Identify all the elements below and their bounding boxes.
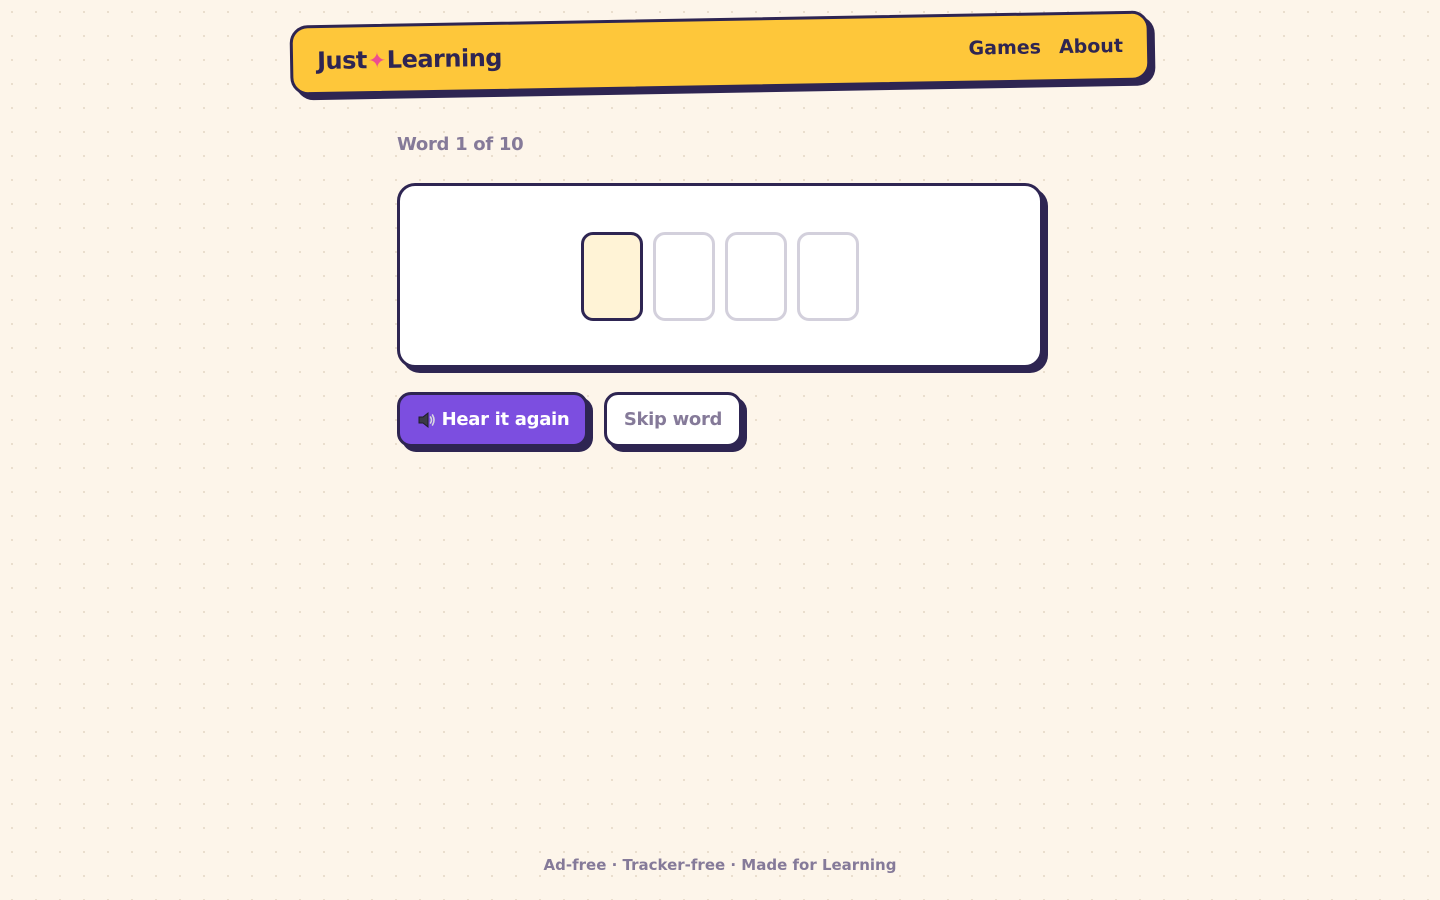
logo-text-just: Just <box>316 46 368 76</box>
sparkle-icon: ✦ <box>367 48 387 75</box>
speaker-icon <box>416 409 438 431</box>
letter-slots <box>581 232 859 321</box>
letter-slot-2[interactable] <box>653 232 715 321</box>
nav-link-games[interactable]: Games <box>968 36 1041 59</box>
hear-again-label: Hear it again <box>441 409 570 430</box>
logo-text-learning: Learning <box>386 43 503 74</box>
skip-word-label: Skip word <box>623 409 723 430</box>
nav-links: Games About <box>968 35 1123 60</box>
word-progress: Word 1 of 10 <box>397 134 524 155</box>
nav-link-about[interactable]: About <box>1059 35 1123 58</box>
footer-text: Ad-free · Tracker-free · Made for Learni… <box>543 856 897 874</box>
site-header: Just✦Learning Games About <box>289 10 1151 96</box>
nav-bar: Just✦Learning Games About <box>289 10 1151 96</box>
letter-slot-3[interactable] <box>725 232 787 321</box>
skip-word-button[interactable]: Skip word <box>604 392 742 447</box>
letter-slot-4[interactable] <box>797 232 859 321</box>
hear-again-button[interactable]: Hear it again <box>397 392 588 447</box>
logo[interactable]: Just✦Learning <box>317 44 502 75</box>
letter-slot-1[interactable] <box>581 232 643 321</box>
spelling-card <box>397 183 1043 368</box>
